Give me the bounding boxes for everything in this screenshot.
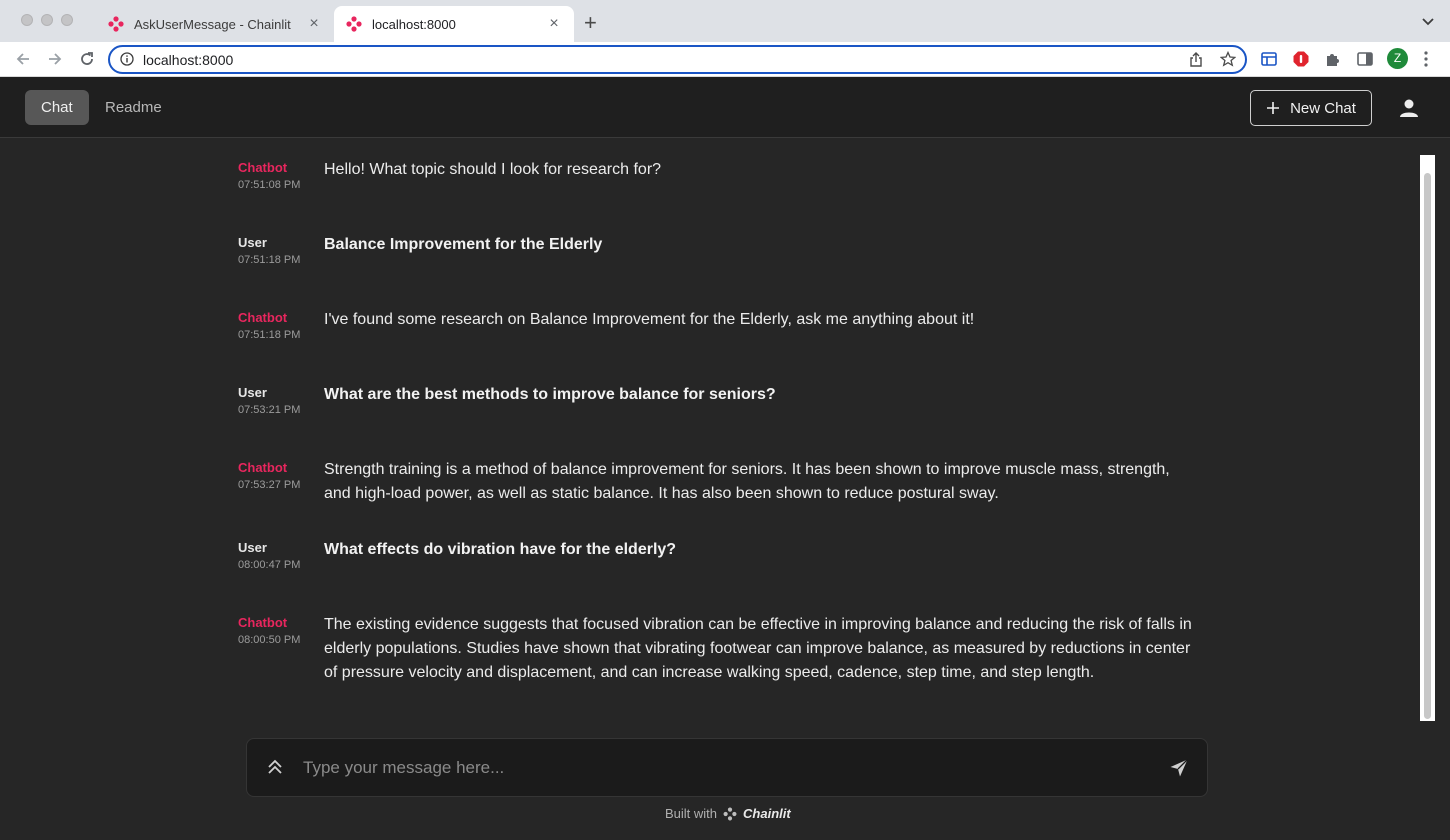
browser-tab-strip: AskUserMessage - Chainlit × localhost:80… (0, 0, 1450, 42)
tab-title: AskUserMessage - Chainlit (134, 16, 291, 32)
tab-title: localhost:8000 (372, 16, 456, 32)
double-chevron-up-icon[interactable] (267, 758, 283, 776)
nav-chat[interactable]: Chat (25, 90, 89, 125)
message-composer (246, 738, 1208, 797)
adblock-icon[interactable] (1292, 50, 1310, 68)
message-time: 07:53:21 PM (238, 404, 301, 416)
message-time: 07:51:18 PM (238, 329, 301, 341)
new-chat-button[interactable]: New Chat (1250, 90, 1372, 126)
message-time: 07:51:18 PM (238, 254, 301, 266)
message-text: The existing evidence suggests that focu… (324, 616, 1192, 681)
chainlit-brand-text: Chainlit (743, 806, 791, 821)
user-account-icon[interactable] (1398, 97, 1420, 119)
message-author: Chatbot (238, 160, 288, 175)
profile-avatar[interactable]: Z (1387, 48, 1408, 69)
site-info-icon[interactable] (120, 52, 134, 66)
new-tab-button[interactable]: + (584, 12, 597, 34)
bookmark-star-icon[interactable] (1220, 51, 1236, 67)
tab-close-icon[interactable]: × (546, 15, 562, 33)
tab-search-chevron-icon[interactable] (1421, 14, 1435, 28)
message-author: Chatbot (238, 460, 288, 475)
message-text: What are the best methods to improve bal… (324, 386, 776, 403)
chainlit-favicon-icon (108, 16, 124, 32)
chainlit-logo-icon (723, 807, 737, 820)
back-arrow-icon[interactable] (14, 50, 32, 68)
message-text: What effects do vibration have for the e… (324, 541, 677, 558)
scrollbar-thumb[interactable] (1424, 173, 1431, 719)
message-text: Strength training is a method of balance… (324, 461, 1170, 502)
address-bar[interactable]: localhost:8000 (108, 45, 1247, 74)
built-with-text: Built with (665, 806, 718, 821)
browser-tab-askusermessage[interactable]: AskUserMessage - Chainlit × (96, 6, 334, 42)
message-scrollbar[interactable] (1420, 155, 1435, 721)
forward-arrow-icon[interactable] (46, 50, 64, 68)
browser-toolbar: localhost:8000 Z (0, 42, 1450, 77)
message-author: User (238, 235, 267, 250)
share-icon[interactable] (1189, 52, 1203, 68)
reload-icon[interactable] (78, 50, 96, 68)
app-header: Chat Readme New Chat (0, 77, 1450, 138)
message-text: Hello! What topic should I look for rese… (324, 161, 662, 178)
address-url[interactable]: localhost:8000 (143, 52, 233, 68)
window-zoom-button[interactable] (61, 14, 73, 26)
message-time: 08:00:47 PM (238, 559, 301, 571)
plus-icon (1267, 102, 1280, 114)
window-minimize-button[interactable] (41, 14, 53, 26)
browser-tab-localhost[interactable]: localhost:8000 × (334, 6, 574, 42)
window-close-button[interactable] (21, 14, 33, 26)
browser-menu-icon[interactable] (1424, 51, 1428, 67)
send-icon[interactable] (1169, 758, 1189, 778)
extensions-puzzle-icon[interactable] (1324, 50, 1342, 68)
message-text: Balance Improvement for the Elderly (324, 236, 603, 253)
message-time: 07:53:27 PM (238, 479, 301, 491)
extension-grid-icon[interactable] (1260, 50, 1278, 68)
new-chat-label: New Chat (1290, 99, 1356, 117)
message-author: User (238, 540, 267, 555)
message-input[interactable] (303, 756, 1143, 780)
message-author: User (238, 385, 267, 400)
tab-close-icon[interactable]: × (306, 15, 322, 33)
message-time: 07:51:08 PM (238, 179, 301, 191)
message-author: Chatbot (238, 310, 288, 325)
message-text: I've found some research on Balance Impr… (324, 311, 975, 328)
side-panel-icon[interactable] (1356, 50, 1374, 68)
nav-readme[interactable]: Readme (89, 90, 178, 125)
message-time: 08:00:50 PM (238, 634, 301, 646)
message-author: Chatbot (238, 615, 288, 630)
message-list: Chatbot 07:51:08 PM Hello! What topic sh… (0, 138, 1420, 728)
chainlit-favicon-icon (346, 16, 362, 32)
built-with-footer[interactable]: Built with Chainlit (665, 806, 791, 821)
